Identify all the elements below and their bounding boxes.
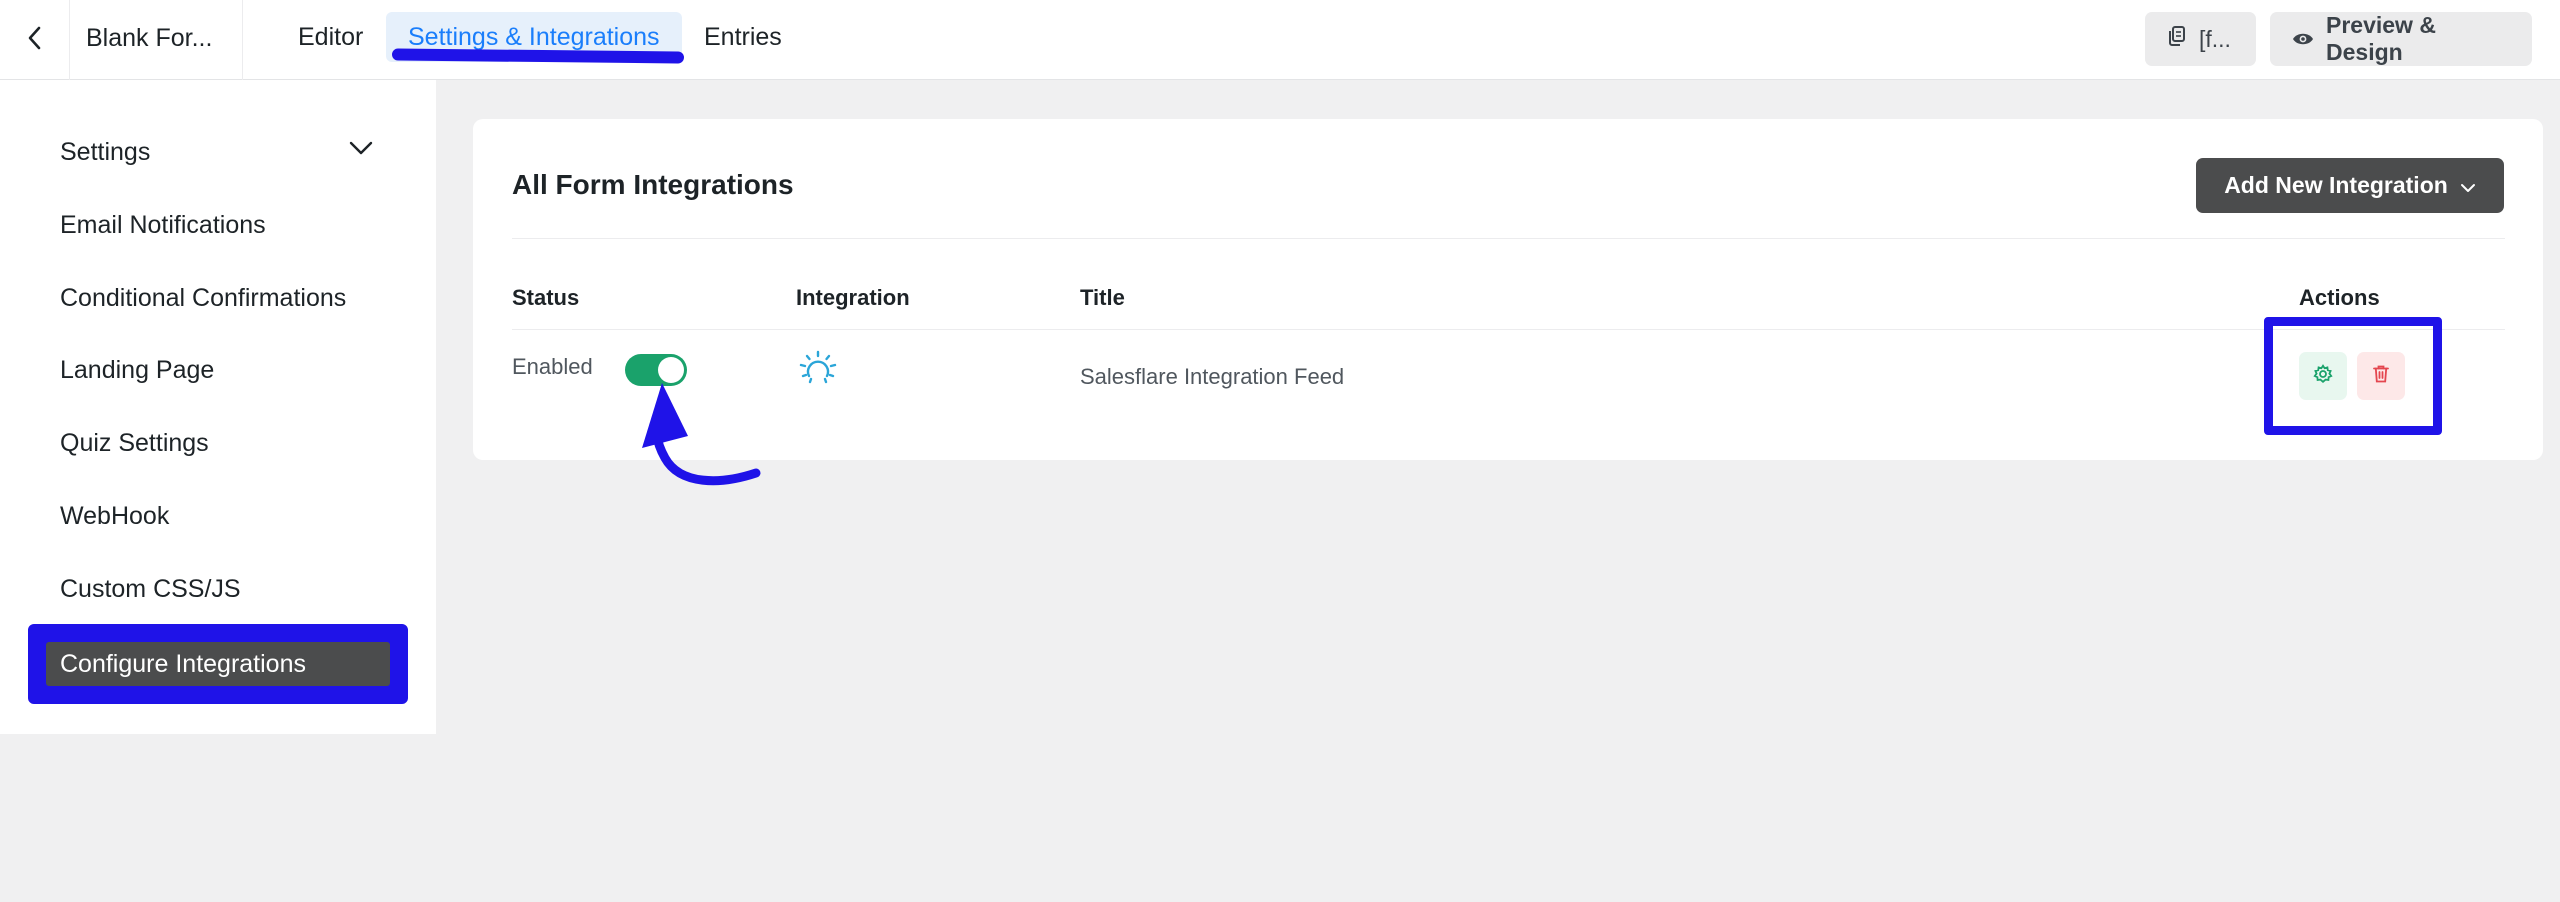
chevron-down-icon[interactable] — [348, 140, 374, 161]
sidebar-item-custom-css-js[interactable]: Custom CSS/JS — [60, 569, 241, 609]
trash-icon — [2372, 364, 2390, 389]
column-header-actions: Actions — [2299, 285, 2380, 310]
delete-integration-button[interactable] — [2357, 352, 2405, 400]
integrations-card: All Form Integrations Add New Integratio… — [473, 119, 2543, 460]
form-name[interactable]: Blank For... — [86, 0, 212, 80]
sidebar-item-quiz-settings[interactable]: Quiz Settings — [60, 423, 209, 463]
status-toggle[interactable] — [625, 354, 687, 386]
preview-design-button[interactable]: Preview & Design — [2270, 12, 2532, 66]
eye-icon — [2292, 26, 2314, 53]
divider — [242, 0, 243, 80]
divider — [512, 329, 2505, 330]
divider — [512, 238, 2505, 239]
annotation-highlight-box — [2264, 317, 2442, 435]
add-integration-label: Add New Integration — [2224, 172, 2448, 198]
tab-editor[interactable]: Editor — [276, 12, 385, 62]
gear-icon — [2313, 363, 2333, 389]
salesflare-logo-icon — [798, 349, 838, 394]
top-bar: Blank For... Editor Settings & Integrati… — [0, 0, 2560, 80]
sidebar-item-settings[interactable]: Settings — [60, 132, 150, 172]
shortcode-copy-button[interactable]: [f... — [2145, 12, 2256, 66]
sidebar-item-webhook[interactable]: WebHook — [60, 496, 169, 536]
toggle-knob — [658, 357, 684, 383]
page-title: All Form Integrations — [512, 169, 794, 200]
back-button[interactable] — [0, 0, 70, 80]
shortcode-label: [f... — [2199, 25, 2231, 52]
copy-icon — [2167, 25, 2187, 53]
integration-title: Salesflare Integration Feed — [1080, 364, 1345, 389]
sidebar-item-conditional-confirmations[interactable]: Conditional Confirmations — [60, 278, 346, 318]
sidebar-item-landing-page[interactable]: Landing Page — [60, 350, 214, 390]
add-new-integration-button[interactable]: Add New Integration — [2196, 158, 2504, 213]
column-header-status: Status — [512, 285, 580, 310]
sidebar-item-email-notifications[interactable]: Email Notifications — [60, 205, 266, 245]
column-header-integration: Integration — [796, 285, 910, 310]
tab-entries[interactable]: Entries — [682, 12, 804, 62]
preview-label: Preview & Design — [2326, 12, 2436, 65]
edit-integration-button[interactable] — [2299, 352, 2347, 400]
column-header-title: Title — [1080, 285, 1125, 310]
chevron-down-icon — [2460, 172, 2476, 199]
settings-sidebar: Settings Email Notifications Conditional… — [0, 80, 436, 734]
chevron-left-icon — [26, 25, 44, 56]
sidebar-item-label: Configure Integrations — [60, 650, 306, 678]
status-text: Enabled — [512, 354, 593, 379]
